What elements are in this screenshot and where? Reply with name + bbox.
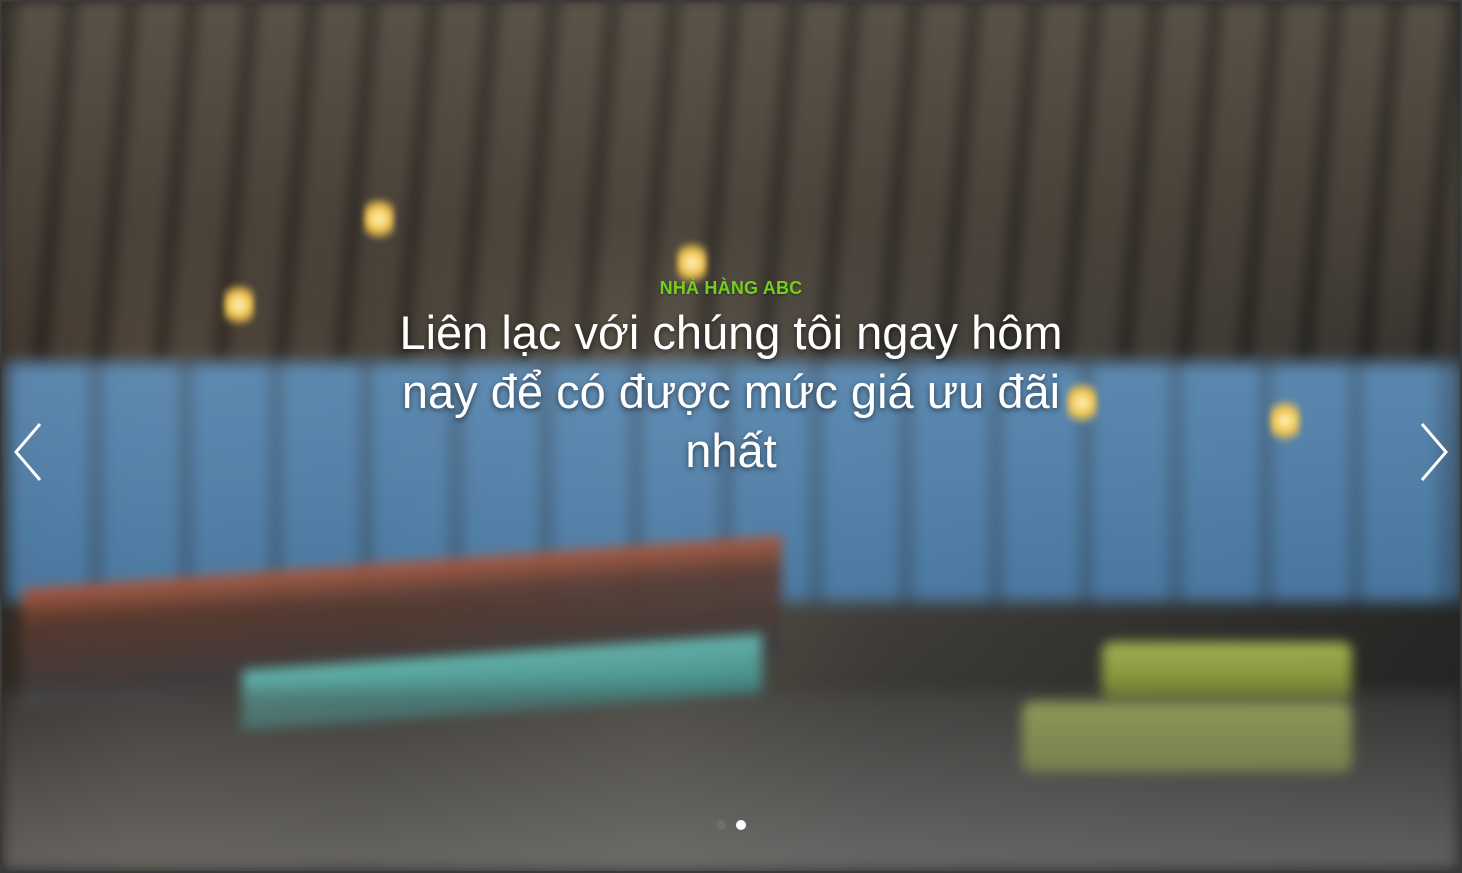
floor-decor (2, 691, 1460, 871)
restaurant-name: NHÀ HÀNG ABC (659, 278, 803, 298)
slide-dot-2[interactable] (736, 820, 746, 830)
chevron-left-icon (14, 423, 42, 481)
slide-dot-1[interactable] (716, 820, 726, 830)
next-slide-button[interactable] (1412, 420, 1452, 484)
chevron-right-icon (1420, 423, 1448, 481)
slide-caption: NHÀ HÀNG ABC Liên lạc với chúng tôi ngay… (2, 278, 1460, 480)
hero-slider: NHÀ HÀNG ABC Liên lạc với chúng tôi ngay… (0, 0, 1462, 873)
slide-pagination (2, 820, 1460, 830)
pendant-lamp (364, 198, 394, 244)
slide-headline: Liên lạc với chúng tôi ngay hôm nay để c… (399, 306, 1063, 477)
previous-slide-button[interactable] (10, 420, 50, 484)
